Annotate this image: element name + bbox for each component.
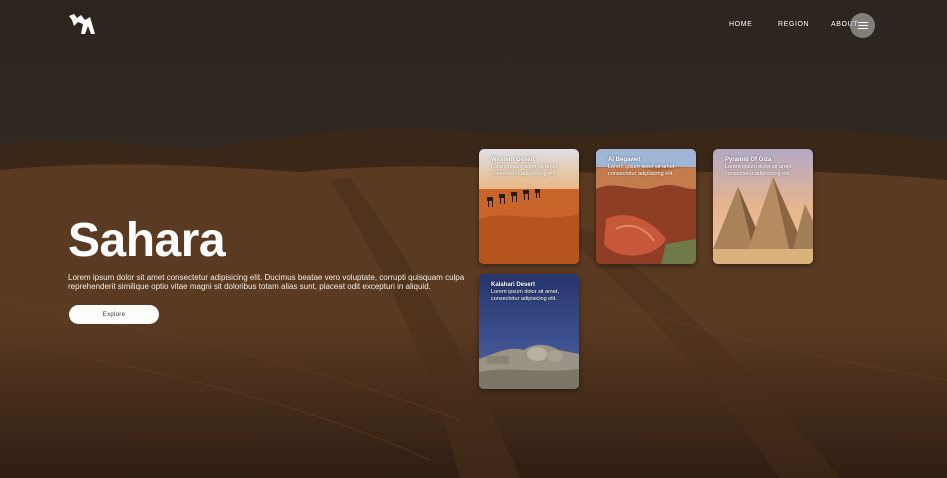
hero-description: Lorem ipsum dolor sit amet consectetur a… [68,273,465,291]
card-title: Kalahari Desert [491,282,536,288]
menu-button[interactable] [850,13,875,38]
nav-region-link[interactable]: REGION [778,21,809,28]
explore-button[interactable]: Explore [69,305,159,324]
card-kalahari-desert[interactable]: Kalahari Desert Lorem ipsum dolor sit am… [479,274,579,389]
card-text: Lorem ipsum dolor sit amet, consectetur … [491,164,559,177]
card-al-begawet[interactable]: Al Begawet Lorem ipsum dolor sit amet, c… [596,149,696,264]
nav-home-link[interactable]: HOME [729,21,752,28]
card-title: Western Desert [491,157,535,163]
hero-background: HOME REGION ABOUT Sahara Lorem ipsum dol… [0,0,947,478]
card-text: Lorem ipsum dolor sit amet, consectetur … [608,164,676,177]
card-text: Lorem ipsum dolor sit amet, consectetur … [725,164,793,177]
camel-logo-icon[interactable] [68,12,96,38]
card-title: Pyramid Of Giza [725,157,772,163]
card-western-desert[interactable]: Western Desert Lorem ipsum dolor sit ame… [479,149,579,264]
card-pyramid-of-giza[interactable]: Pyramid Of Giza Lorem ipsum dolor sit am… [713,149,813,264]
card-title: Al Begawet [608,157,641,163]
hamburger-menu-icon [857,24,868,27]
page-title: Sahara [68,214,226,267]
card-text: Lorem ipsum dolor sit amet, consectetur … [491,289,559,302]
